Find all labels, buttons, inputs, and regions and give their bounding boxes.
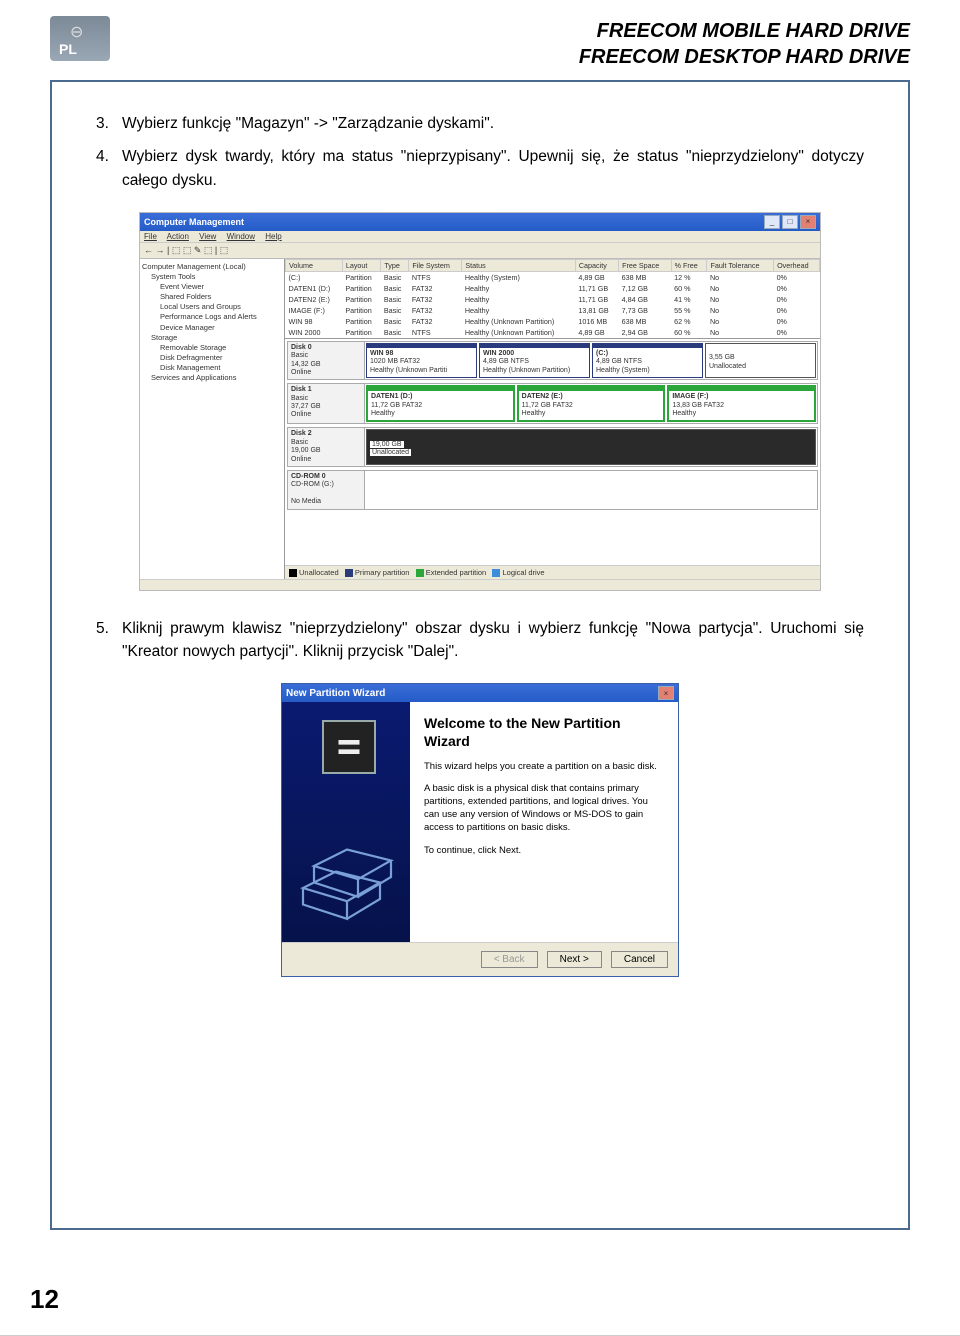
close-icon[interactable]: ×	[800, 215, 816, 229]
step-list: 3. Wybierz funkcję "Magazyn" -> "Zarządz…	[96, 112, 864, 192]
wizard-p2: A basic disk is a physical disk that con…	[424, 783, 664, 834]
disk-1-row: Disk 1 Basic 37,27 GB Online DATEN1 (D:)…	[287, 383, 818, 424]
tree-local-users[interactable]: Local Users and Groups	[142, 302, 282, 312]
drive-stack-icon	[292, 822, 402, 932]
disk-1-daten1[interactable]: DATEN1 (D:)11,72 GB FAT32Healthy	[366, 385, 515, 422]
title-line-2: FREECOM DESKTOP HARD DRIVE	[579, 44, 910, 70]
menu-action[interactable]: Action	[167, 232, 189, 241]
scroll-bar[interactable]	[140, 579, 820, 590]
language-badge: ⊖ PL	[50, 16, 110, 61]
page-header: ⊖ PL FREECOM MOBILE HARD DRIVE FREECOM D…	[50, 16, 910, 70]
menu-help[interactable]: Help	[265, 232, 281, 241]
cm-title: Computer Management	[144, 217, 244, 227]
disk-0-label: Disk 0 Basic 14,32 GB Online	[288, 342, 365, 380]
cm-titlebar: Computer Management _ □ ×	[140, 213, 820, 231]
disk-0-unallocated[interactable]: 3,55 GBUnallocated	[705, 343, 816, 379]
document-page: ⊖ PL FREECOM MOBILE HARD DRIVE FREECOM D…	[0, 0, 960, 1336]
menu-view[interactable]: View	[199, 232, 216, 241]
cancel-button[interactable]: Cancel	[611, 951, 668, 968]
wizard-titlebar: New Partition Wizard ×	[282, 684, 678, 702]
wizard-sidebar-art	[282, 702, 410, 942]
step-list-2: 5. Kliknij prawym klawisz "nieprzydzielo…	[96, 617, 864, 664]
wizard-button-bar: < Back Next > Cancel	[282, 942, 678, 976]
cdrom-label: CD-ROM 0 CD-ROM (G:) No Media	[288, 471, 365, 509]
maximize-icon[interactable]: □	[782, 215, 798, 229]
col-capacity[interactable]: Capacity	[575, 259, 618, 271]
tree-shared-folders[interactable]: Shared Folders	[142, 292, 282, 302]
page-number: 12	[30, 1284, 59, 1315]
tree-disk-mgmt[interactable]: Disk Management	[142, 363, 282, 373]
tree-services[interactable]: Services and Applications	[142, 373, 282, 383]
col-free[interactable]: Free Space	[619, 259, 672, 271]
col-layout[interactable]: Layout	[342, 259, 380, 271]
table-row[interactable]: DATEN2 (E:)PartitionBasicFAT32Healthy11,…	[286, 294, 820, 305]
cm-menubar: File Action View Window Help	[140, 231, 820, 243]
back-button: < Back	[481, 951, 538, 968]
badge-text: PL	[59, 41, 77, 57]
wizard-heading: Welcome to the New Partition Wizard	[424, 714, 664, 750]
disk-2-row: Disk 2 Basic 19,00 GB Online 19,00 GBUna…	[287, 427, 818, 467]
next-button[interactable]: Next >	[547, 951, 602, 968]
disk-icon	[322, 720, 376, 774]
table-row[interactable]: WIN 98PartitionBasicFAT32Healthy (Unknow…	[286, 316, 820, 327]
disk-legend: Unallocated Primary partition Extended p…	[285, 565, 820, 579]
col-fault[interactable]: Fault Tolerance	[707, 259, 774, 271]
col-fs[interactable]: File System	[409, 259, 462, 271]
table-row[interactable]: DATEN1 (D:)PartitionBasicFAT32Healthy11,…	[286, 283, 820, 294]
col-pct[interactable]: % Free	[671, 259, 707, 271]
tree-device-manager[interactable]: Device Manager	[142, 323, 282, 333]
content-frame: 3. Wybierz funkcję "Magazyn" -> "Zarządz…	[50, 80, 910, 1230]
tree-root[interactable]: Computer Management (Local)	[142, 262, 282, 272]
disk-0-part-win98[interactable]: WIN 981020 MB FAT32Healthy (Unknown Part…	[366, 343, 477, 379]
title-line-1: FREECOM MOBILE HARD DRIVE	[579, 18, 910, 44]
wizard-title: New Partition Wizard	[286, 688, 385, 699]
computer-management-screenshot: Computer Management _ □ × File Action Vi…	[139, 212, 821, 591]
tree-defrag[interactable]: Disk Defragmenter	[142, 353, 282, 363]
tree-storage[interactable]: Storage	[142, 333, 282, 343]
col-volume[interactable]: Volume	[286, 259, 343, 271]
tree-perf-logs[interactable]: Performance Logs and Alerts	[142, 312, 282, 322]
col-type[interactable]: Type	[381, 259, 409, 271]
tree-event-viewer[interactable]: Event Viewer	[142, 282, 282, 292]
disk-2-unallocated[interactable]: 19,00 GBUnallocated	[366, 429, 816, 465]
col-over[interactable]: Overhead	[774, 259, 820, 271]
table-row[interactable]: WIN 2000PartitionBasicNTFSHealthy (Unkno…	[286, 327, 820, 338]
step-5: 5. Kliknij prawym klawisz "nieprzydzielo…	[96, 617, 864, 664]
step-3: 3. Wybierz funkcję "Magazyn" -> "Zarządz…	[96, 112, 864, 135]
minimize-icon[interactable]: _	[764, 215, 780, 229]
disk-1-daten2[interactable]: DATEN2 (E:)11,72 GB FAT32Healthy	[517, 385, 666, 422]
product-title: FREECOM MOBILE HARD DRIVE FREECOM DESKTO…	[579, 16, 910, 70]
disk-0-part-c[interactable]: (C:)4,89 GB NTFSHealthy (System)	[592, 343, 703, 379]
wizard-p3: To continue, click Next.	[424, 845, 664, 858]
table-row[interactable]: (C:)PartitionBasicNTFSHealthy (System)4,…	[286, 271, 820, 283]
disk-1-label: Disk 1 Basic 37,27 GB Online	[288, 384, 365, 423]
disk-1-image[interactable]: IMAGE (F:)13,83 GB FAT32Healthy	[667, 385, 816, 422]
wizard-p1: This wizard helps you create a partition…	[424, 761, 664, 774]
col-status[interactable]: Status	[462, 259, 576, 271]
wizard-close-icon[interactable]: ×	[658, 686, 674, 700]
new-partition-wizard-screenshot: New Partition Wizard ×	[281, 683, 679, 977]
tree-removable[interactable]: Removable Storage	[142, 343, 282, 353]
cm-toolbar: ← → | ⬚ ⬚ ✎ ⬚ | ⬚	[140, 243, 820, 259]
disk-graphical-panel: Disk 0 Basic 14,32 GB Online WIN 981020 …	[285, 339, 820, 565]
badge-icon: ⊖	[70, 22, 83, 42]
disk-0-row: Disk 0 Basic 14,32 GB Online WIN 981020 …	[287, 341, 818, 381]
menu-file[interactable]: File	[144, 232, 157, 241]
cm-nav-tree: Computer Management (Local) System Tools…	[140, 259, 285, 579]
menu-window[interactable]: Window	[227, 232, 255, 241]
cdrom-row: CD-ROM 0 CD-ROM (G:) No Media	[287, 470, 818, 510]
tree-system-tools[interactable]: System Tools	[142, 272, 282, 282]
window-buttons: _ □ ×	[764, 215, 816, 229]
disk-2-label: Disk 2 Basic 19,00 GB Online	[288, 428, 365, 466]
volume-table: Volume Layout Type File System Status Ca…	[285, 259, 820, 339]
disk-0-part-win2000[interactable]: WIN 20004,89 GB NTFSHealthy (Unknown Par…	[479, 343, 590, 379]
step-4: 4. Wybierz dysk twardy, który ma status …	[96, 145, 864, 192]
table-row[interactable]: IMAGE (F:)PartitionBasicFAT32Healthy13,8…	[286, 305, 820, 316]
